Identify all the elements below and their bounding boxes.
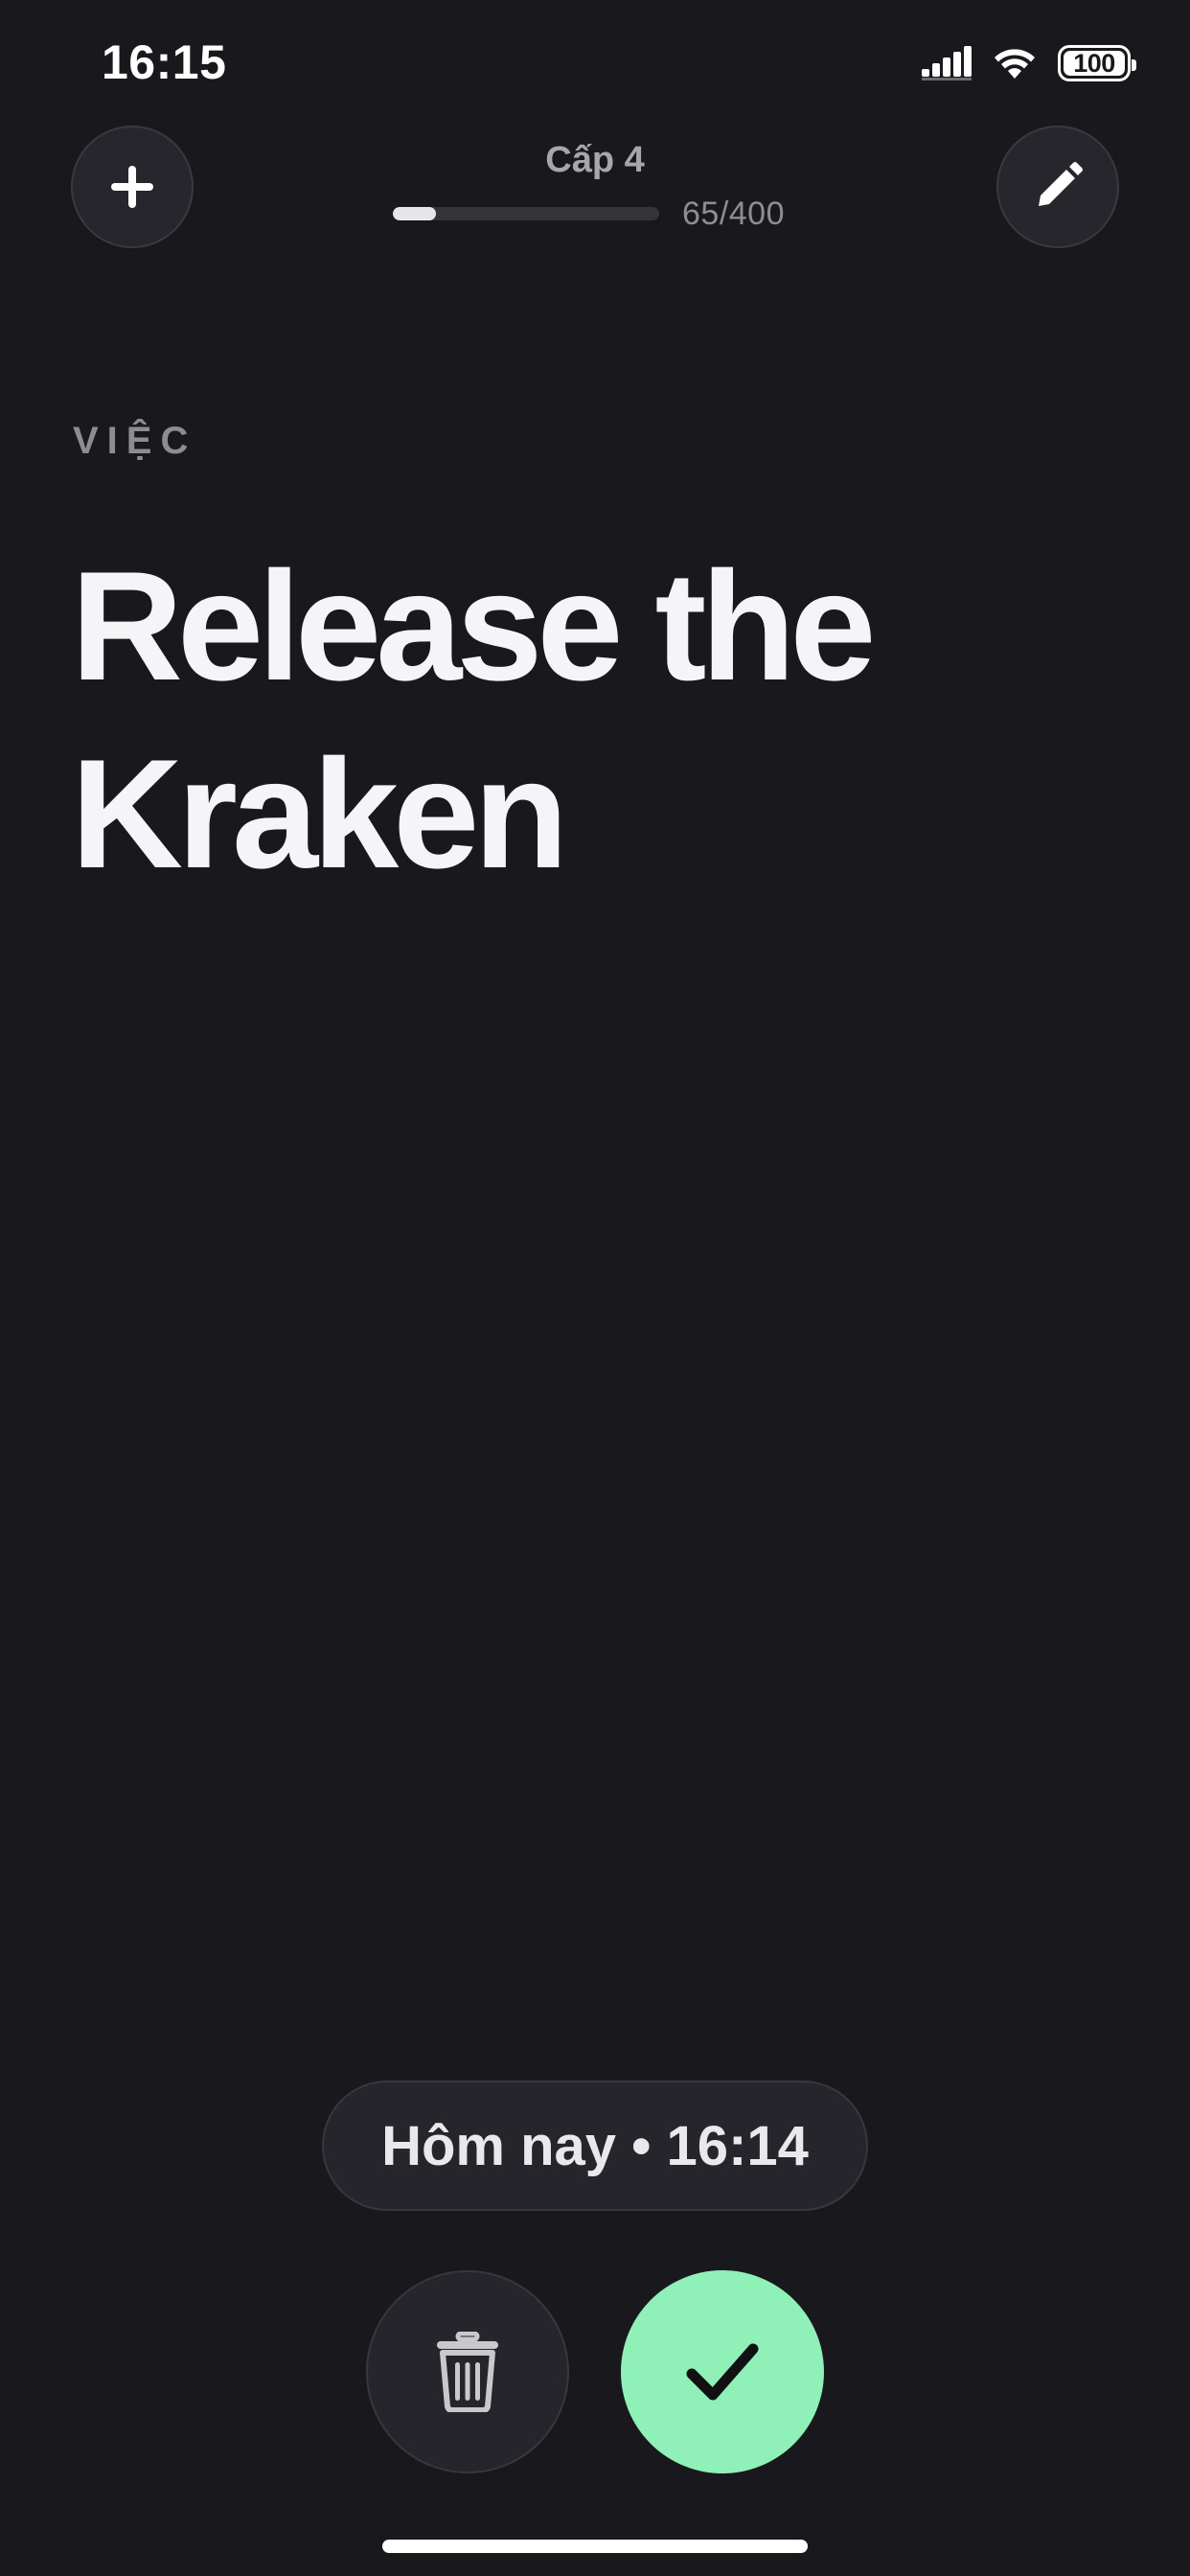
wifi-icon	[995, 49, 1035, 79]
task-title: Release the Kraken	[71, 540, 877, 901]
battery-level: 100	[1073, 48, 1115, 78]
xp-counter: 65/400	[682, 196, 785, 232]
complete-task-button[interactable]	[621, 2270, 824, 2473]
trash-icon	[437, 2332, 498, 2412]
status-time: 16:15	[102, 35, 227, 89]
delete-button[interactable]	[366, 2270, 569, 2473]
edit-task-button[interactable]	[996, 126, 1119, 248]
pencil-icon	[1039, 162, 1083, 206]
status-icons: 100	[922, 42, 1136, 84]
xp-progress-fill	[393, 207, 437, 220]
due-date-pill[interactable]: Hôm nay • 16:14	[322, 2081, 868, 2211]
signal-icon	[922, 46, 972, 80]
home-indicator	[382, 2540, 808, 2553]
battery-icon: 100	[1058, 45, 1136, 81]
xp-progress-bar	[393, 207, 659, 220]
task-category: VIỆC	[73, 420, 197, 462]
checkmark-icon	[686, 2343, 759, 2401]
